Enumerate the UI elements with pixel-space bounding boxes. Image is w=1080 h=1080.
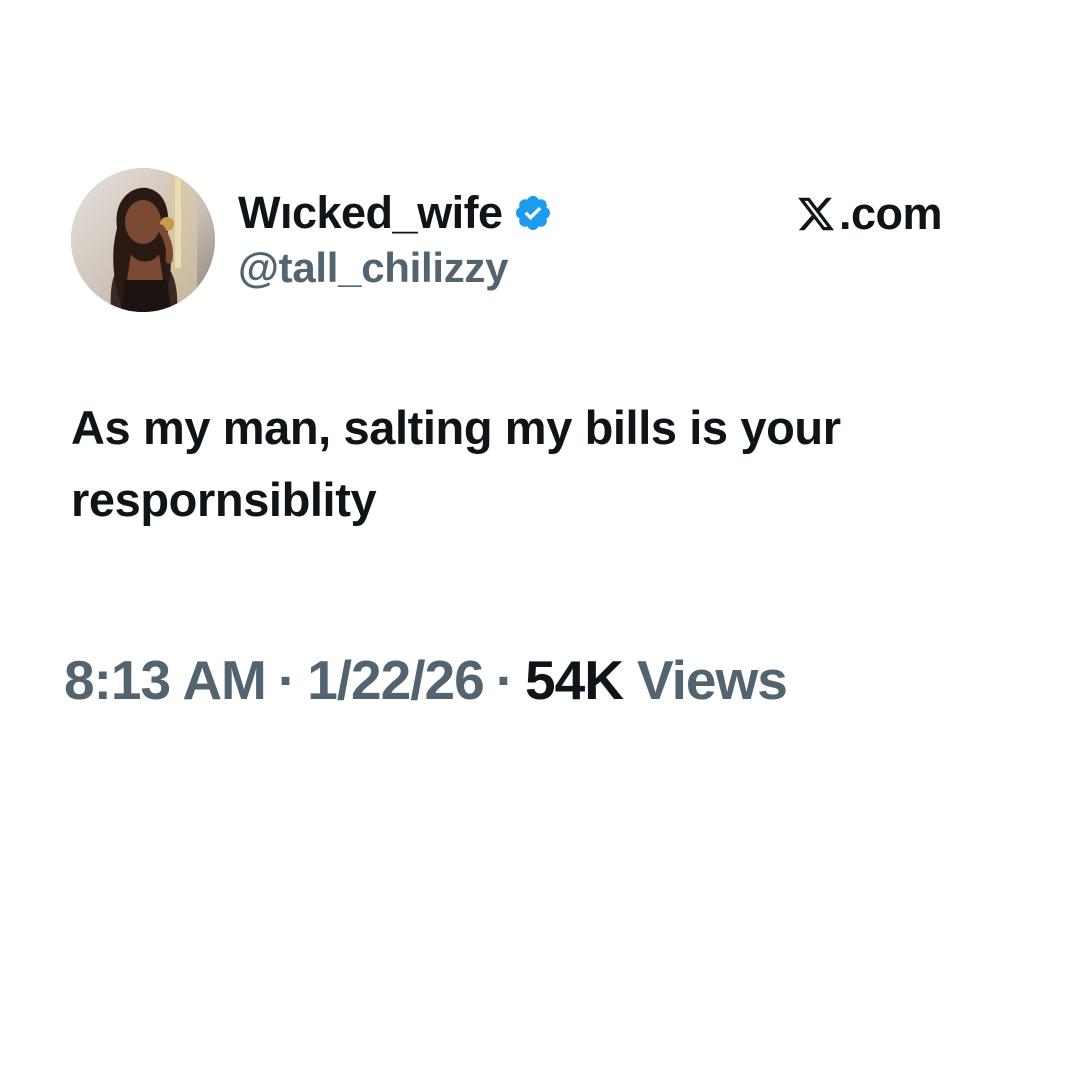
meta-separator: · [495,649,514,711]
views-label: Views [636,649,788,711]
avatar[interactable] [71,168,215,312]
source-domain: .com [839,188,943,239]
author-handle[interactable]: @tall_chilizzy [238,244,508,292]
meta-separator: · [277,649,296,711]
source-label: .com [796,186,943,242]
verified-badge-icon [513,193,553,233]
avatar-photo [71,168,215,312]
tweet-date[interactable]: 1/22/26 [307,648,485,712]
tweet-time[interactable]: 8:13 AM [64,648,267,712]
tweet-text: As my man, salting my bills is your resp… [71,401,841,526]
author-name-row: Wıcked_wife [238,186,553,240]
display-name[interactable]: Wıcked_wife [238,187,503,239]
tweet-metadata: 8:13 AM · 1/22/26 · 54K Views [64,648,788,712]
x-logo-icon [796,194,836,234]
views-count: 54K [525,649,624,711]
